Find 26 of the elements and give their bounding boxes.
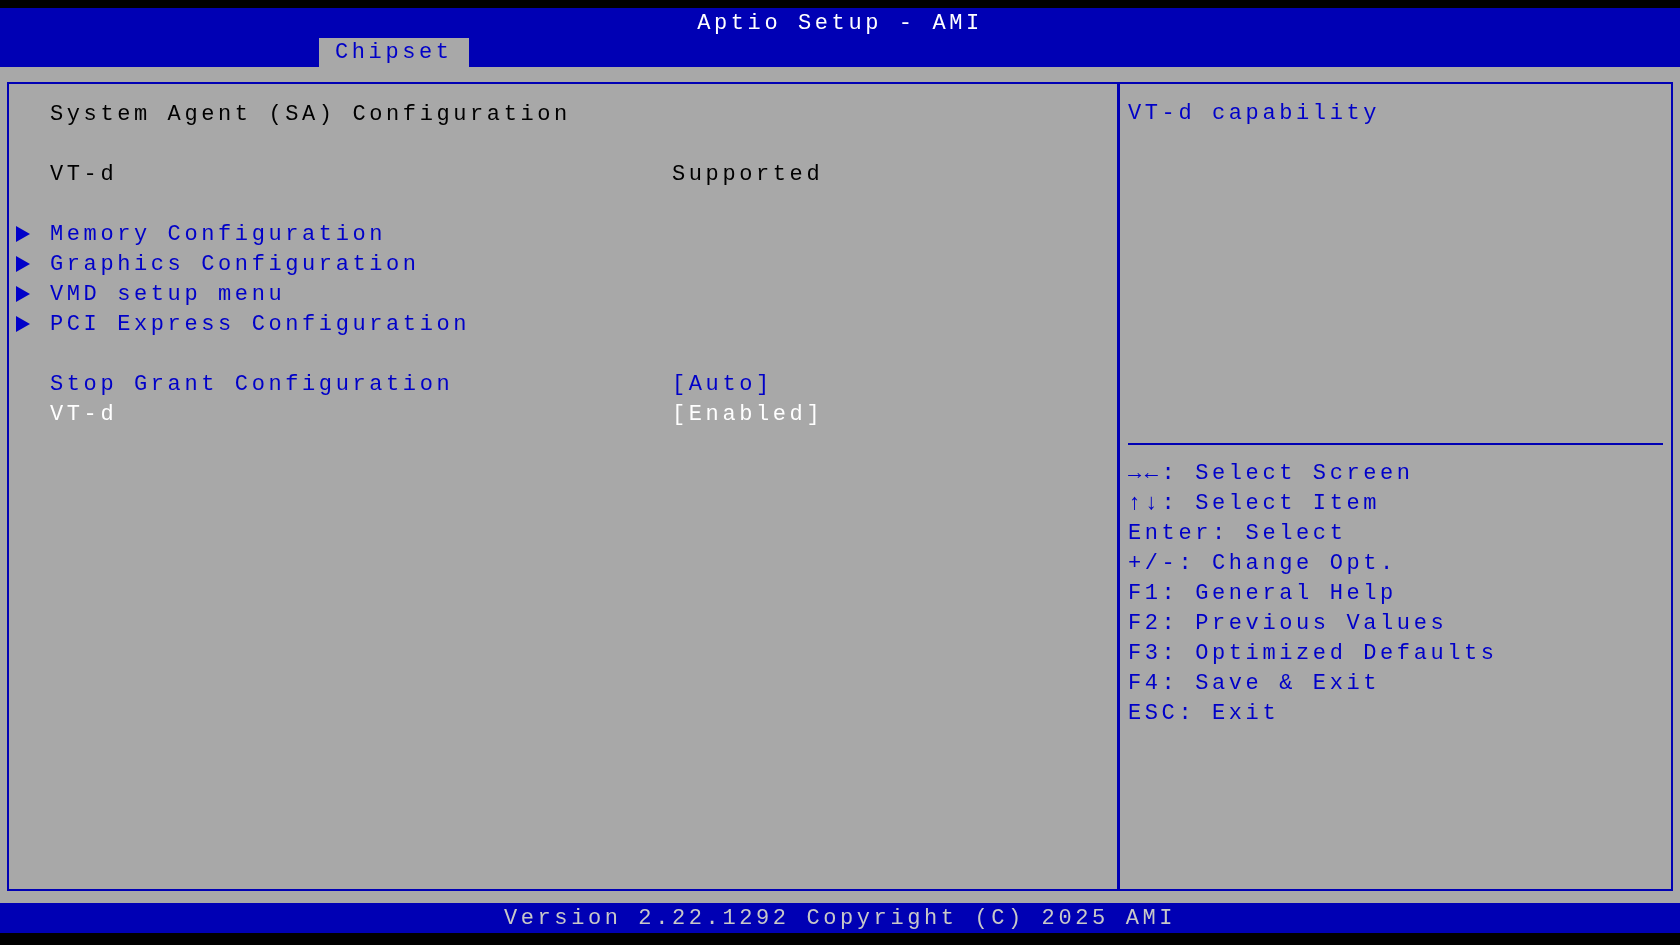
submenu-item[interactable]: PCI Express Configuration (50, 311, 471, 337)
key-hint: F3: Optimized Defaults (1128, 640, 1498, 668)
key-hint: Enter: Select (1128, 520, 1347, 548)
info-label: VT-d (50, 161, 118, 187)
key-hint: F1: General Help (1128, 580, 1397, 608)
key-hint: →←: Select Screen (1128, 460, 1414, 488)
submenu-item[interactable]: Graphics Configuration (50, 251, 420, 277)
key-hint: F2: Previous Values (1128, 610, 1448, 638)
help-text: VT-d capability (1128, 100, 1381, 128)
submenu-arrow-icon (16, 256, 30, 272)
section-title: System Agent (SA) Configuration (50, 101, 571, 127)
info-value: Supported (672, 161, 824, 187)
version-text: Version 2.22.1292 Copyright (C) 2025 AMI (503, 905, 1177, 931)
submenu-item[interactable]: VMD setup menu (50, 281, 286, 307)
submenu-arrow-icon (16, 286, 30, 302)
window-title: Aptio Setup - AMI (696, 10, 984, 38)
key-hint: F4: Save & Exit (1128, 670, 1381, 698)
key-hint: +/-: Change Opt. (1128, 550, 1397, 578)
key-hint: ESC: Exit (1128, 700, 1280, 728)
submenu-arrow-icon (16, 226, 30, 242)
setting-value[interactable]: [Auto] (672, 371, 773, 397)
setting-label[interactable]: Stop Grant Configuration (50, 371, 454, 397)
tab[interactable]: Chipset (319, 38, 469, 67)
submenu-item[interactable]: Memory Configuration (50, 221, 387, 247)
key-hint: ↑↓: Select Item (1128, 490, 1381, 518)
submenu-arrow-icon (16, 316, 30, 332)
